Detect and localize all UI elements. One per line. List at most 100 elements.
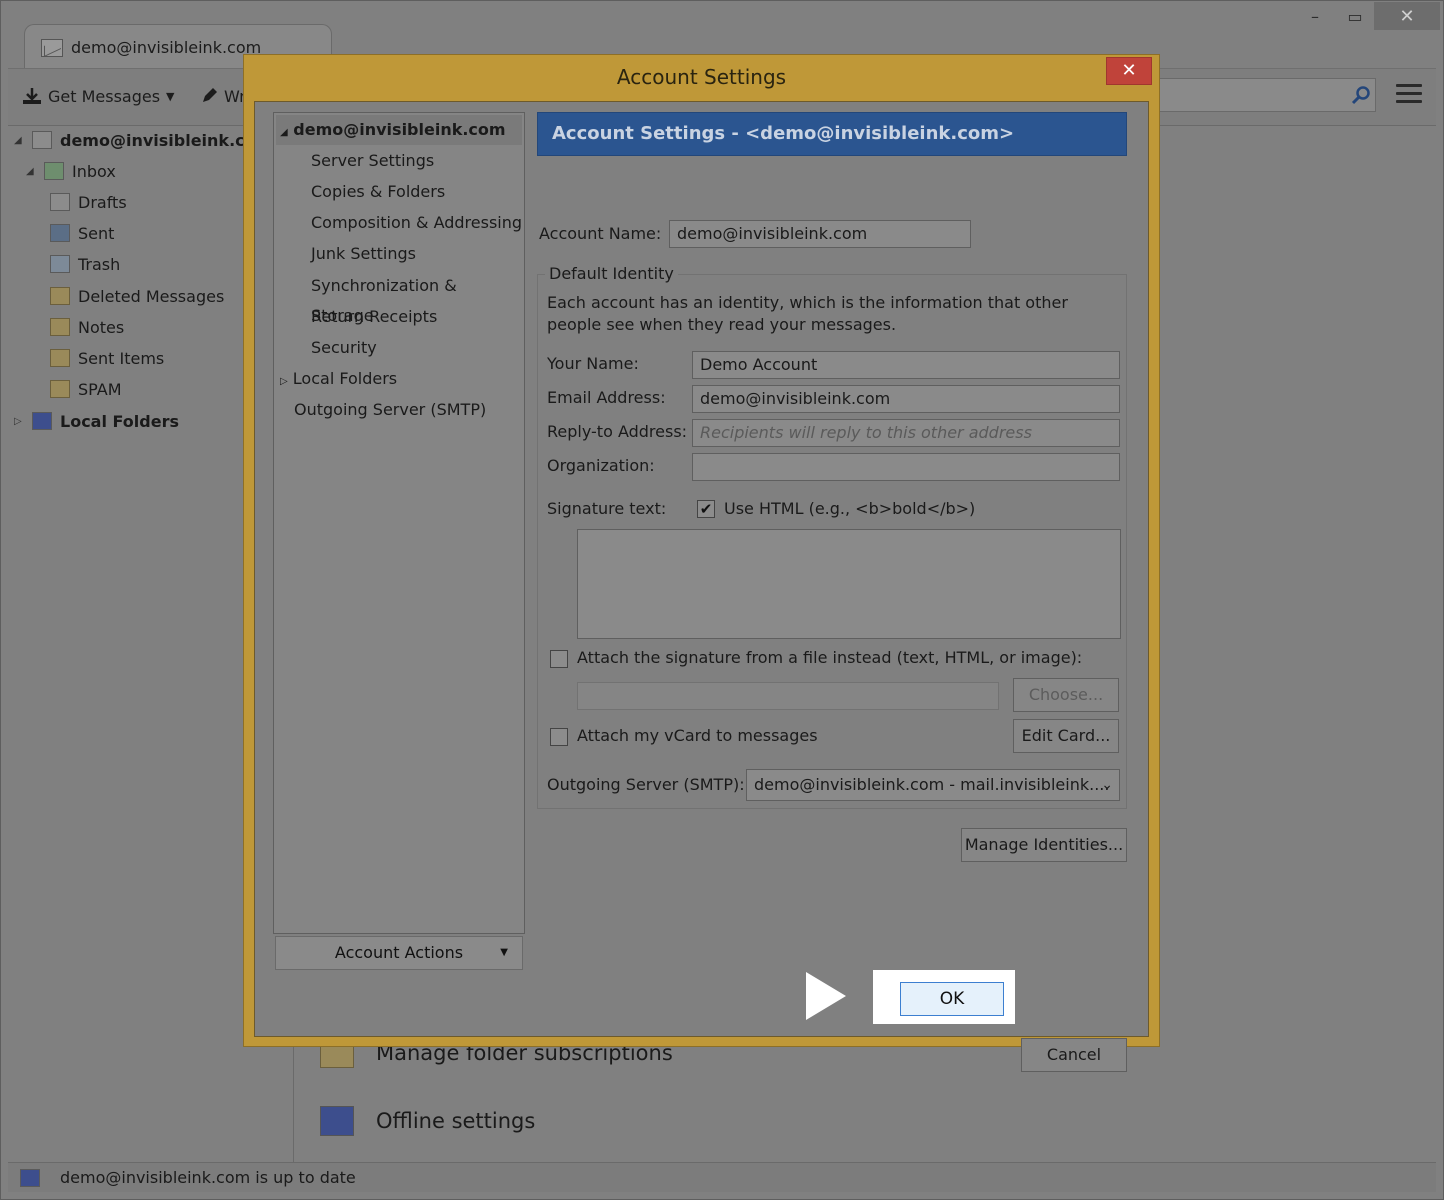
signature-textarea[interactable]: [577, 529, 1121, 639]
your-name-label: Your Name:: [547, 354, 639, 373]
offline-settings-label: Offline settings: [376, 1109, 536, 1133]
folder-label: SPAM: [78, 379, 122, 399]
ok-button[interactable]: OK: [900, 982, 1004, 1016]
get-messages-button[interactable]: Get Messages: [22, 82, 160, 110]
pencil-icon: [203, 88, 217, 102]
maximize-button[interactable]: ▭: [1340, 4, 1370, 28]
pointer-arrow-icon: [806, 972, 846, 1020]
identity-description: Each account has an identity, which is t…: [547, 293, 1068, 334]
folder-trash[interactable]: Trash: [50, 250, 120, 278]
folder-local-label: Local Folders: [60, 411, 179, 431]
window-close-button[interactable]: ✕: [1374, 2, 1440, 30]
folder-account[interactable]: ◢ demo@invisibleink.com: [14, 126, 272, 154]
signature-label: Signature text:: [547, 499, 667, 518]
signature-file-input[interactable]: [577, 682, 999, 710]
folder-sent-items[interactable]: Sent Items: [50, 344, 164, 372]
choose-button[interactable]: Choose...: [1013, 678, 1119, 712]
dialog-close-button[interactable]: ✕: [1106, 57, 1152, 85]
status-icon: [20, 1168, 40, 1187]
drafts-icon: [50, 193, 70, 211]
minimize-button[interactable]: –: [1300, 4, 1330, 28]
tree-item-server-settings[interactable]: Server Settings: [311, 146, 434, 176]
folder-icon: [50, 318, 70, 336]
folder-label: Sent: [78, 223, 115, 243]
dialog-body: ◢ demo@invisibleink.com Server Settings …: [254, 101, 1149, 1072]
tree-account[interactable]: ◢ demo@invisibleink.com: [280, 115, 506, 145]
organization-label: Organization:: [547, 456, 655, 475]
smtp-select-value: demo@invisibleink.com - mail.invisiblein…: [754, 775, 1110, 794]
mail-account-icon: [32, 131, 52, 149]
use-html-checkbox[interactable]: ✔: [697, 500, 715, 518]
sent-icon: [50, 224, 70, 242]
get-messages-label: Get Messages: [48, 86, 161, 106]
download-icon: [23, 88, 41, 104]
app-menu-icon[interactable]: [1396, 84, 1422, 106]
tree-outgoing-server[interactable]: Outgoing Server (SMTP): [294, 395, 486, 425]
tree-item-sync-storage[interactable]: Synchronization & Storage: [311, 271, 524, 325]
cancel-button[interactable]: Cancel: [1021, 1038, 1127, 1072]
dialog-title: Account Settings: [616, 65, 787, 89]
default-identity-legend: Default Identity: [545, 264, 678, 283]
folder-deleted-messages[interactable]: Deleted Messages: [50, 282, 224, 310]
organization-input[interactable]: [692, 453, 1120, 481]
vcard-label: Attach my vCard to messages: [577, 726, 818, 745]
get-messages-dropdown[interactable]: ▼: [166, 82, 174, 110]
tree-local-folders[interactable]: ▷ Local Folders: [280, 364, 397, 394]
folder-label: Sent Items: [78, 348, 165, 368]
write-button[interactable]: Wr: [200, 82, 246, 110]
tree-item-security[interactable]: Security: [311, 333, 377, 363]
vcard-checkbox[interactable]: [550, 728, 568, 746]
account-tree: ◢ demo@invisibleink.com Server Settings …: [273, 112, 525, 934]
status-bar: demo@invisibleink.com is up to date: [8, 1162, 1436, 1192]
folder-icon: [50, 287, 70, 305]
account-actions-label: Account Actions: [334, 943, 464, 962]
account-settings-dialog: Account Settings ✕ ◢ demo@invisibleink.c…: [243, 54, 1160, 1072]
folder-notes[interactable]: Notes: [50, 313, 124, 341]
tree-account-label: demo@invisibleink.com: [293, 120, 506, 139]
folder-spam[interactable]: SPAM: [50, 375, 122, 403]
panel-header: Account Settings - <demo@invisibleink.co…: [537, 112, 1127, 156]
reply-to-input[interactable]: Recipients will reply to this other addr…: [692, 419, 1120, 447]
smtp-label: Outgoing Server (SMTP):: [547, 775, 745, 794]
folder-label: Inbox: [72, 161, 116, 181]
email-address-label: Email Address:: [547, 388, 666, 407]
folder-drafts[interactable]: Drafts: [50, 188, 127, 216]
offline-settings-link[interactable]: Offline settings: [320, 1106, 535, 1136]
attach-signature-checkbox[interactable]: [550, 650, 568, 668]
tree-item-composition[interactable]: Composition & Addressing: [311, 208, 522, 238]
folder-icon: [50, 380, 70, 398]
folder-sent[interactable]: Sent: [50, 219, 114, 247]
account-name-input[interactable]: demo@invisibleink.com: [669, 220, 971, 248]
folder-label: Drafts: [78, 192, 127, 212]
status-text: demo@invisibleink.com is up to date: [60, 1168, 356, 1187]
mail-account-icon: [41, 38, 63, 57]
offline-icon: [320, 1106, 354, 1136]
email-address-input[interactable]: demo@invisibleink.com: [692, 385, 1120, 413]
folder-label: Trash: [78, 254, 121, 274]
smtp-select[interactable]: demo@invisibleink.com - mail.invisiblein…: [746, 769, 1120, 801]
use-html-label: Use HTML (e.g., <b>bold</b>): [724, 499, 976, 518]
trash-icon: [50, 255, 70, 273]
folder-local[interactable]: ▷ Local Folders: [14, 407, 179, 435]
folder-label: Notes: [78, 317, 125, 337]
tree-item-return-receipts[interactable]: Return Receipts: [311, 302, 437, 332]
folder-account-label: demo@invisibleink.com: [60, 130, 273, 150]
folder-icon: [50, 349, 70, 367]
manage-identities-button[interactable]: Manage Identities...: [961, 828, 1127, 862]
attach-signature-label: Attach the signature from a file instead…: [577, 648, 1083, 667]
tree-item-junk[interactable]: Junk Settings: [311, 239, 416, 269]
account-name-label: Account Name:: [539, 224, 662, 243]
reply-to-label: Reply-to Address:: [547, 422, 688, 441]
dropdown-arrow-icon: ▼: [500, 947, 508, 958]
tree-item-copies-folders[interactable]: Copies & Folders: [311, 177, 445, 207]
folder-label: Deleted Messages: [78, 286, 225, 306]
inbox-icon: [44, 162, 64, 180]
search-input[interactable]: [1150, 78, 1376, 112]
edit-card-button[interactable]: Edit Card...: [1013, 719, 1119, 753]
account-actions-button[interactable]: Account Actions ▼: [275, 936, 523, 970]
search-icon: [1351, 86, 1370, 105]
chevron-down-icon: ⌄: [1101, 777, 1113, 793]
your-name-input[interactable]: Demo Account: [692, 351, 1120, 379]
tab-label: demo@invisibleink.com: [71, 38, 262, 57]
folder-inbox[interactable]: ◢ Inbox: [26, 157, 116, 185]
